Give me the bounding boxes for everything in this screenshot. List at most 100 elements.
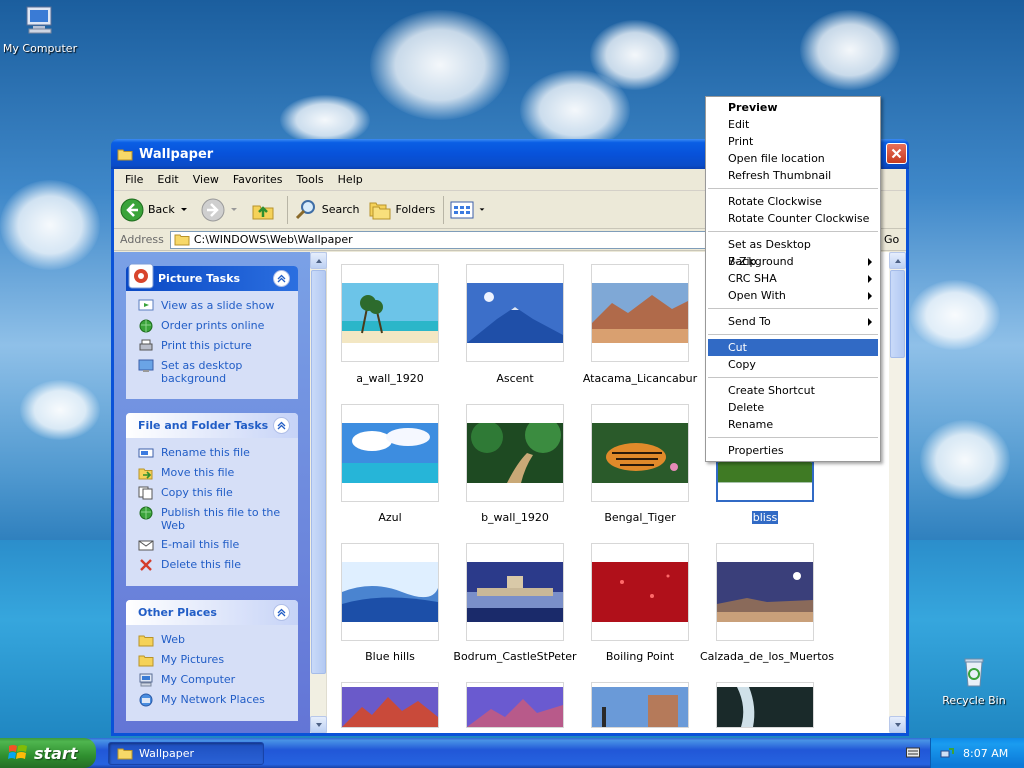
file-thumbnail[interactable] [341,543,439,641]
collapse-button[interactable] [273,270,290,287]
file-name[interactable]: b_wall_1920 [450,511,580,524]
menu-tools[interactable]: Tools [290,173,331,186]
desktop-icon-my-computer[interactable]: My Computer [0,4,80,55]
menu-item-copy[interactable]: Copy [708,356,878,373]
clock[interactable]: 8:07 AM [963,747,1008,760]
menu-item-print[interactable]: Print [708,133,878,150]
file-name[interactable]: Calzada_de_los_Muertos [700,650,834,663]
menu-item-edit[interactable]: Edit [708,116,878,133]
menu-item-preview[interactable]: Preview [708,99,878,116]
file-thumbnail[interactable] [466,264,564,362]
forward-button[interactable] [201,198,243,222]
file-thumbnail[interactable] [341,264,439,362]
collapse-button[interactable] [273,417,290,434]
task-order-prints[interactable]: Order prints online [138,319,288,333]
network-status-icon[interactable] [939,745,955,761]
search-button[interactable]: Search [294,198,360,222]
menu-item-send-to[interactable]: Send To [708,313,878,330]
back-button[interactable]: Back [120,198,193,222]
file-thumbnail[interactable] [466,404,564,502]
file-thumbnail[interactable] [716,543,814,641]
menu-help[interactable]: Help [331,173,370,186]
folder-icon [174,234,190,246]
file-thumbnail[interactable] [466,682,564,728]
file-thumbnail[interactable] [716,682,814,728]
file-thumbnail[interactable] [591,264,689,362]
cloud [590,20,680,90]
scroll-down-button[interactable] [310,716,327,733]
task-email-file[interactable]: E-mail this file [138,538,288,552]
place-my-pictures[interactable]: My Pictures [138,653,288,667]
scroll-down-button[interactable] [889,716,906,733]
file-name[interactable]: Blue hills [325,650,455,663]
other-places-header[interactable]: Other Places [126,600,298,625]
chevron-down-icon [230,207,237,211]
task-delete-file[interactable]: Delete this file [138,558,288,572]
file-name[interactable]: Azul [325,511,455,524]
collapse-button[interactable] [273,604,290,621]
go-button[interactable]: Go [884,233,906,246]
folders-button[interactable]: Folders [368,198,435,222]
file-name[interactable]: Bengal_Tiger [575,511,705,524]
file-name[interactable]: Ascent [450,372,580,385]
scroll-thumb[interactable] [311,270,326,674]
task-rename-file[interactable]: Rename this file [138,446,288,460]
up-folder-button[interactable] [251,198,279,222]
file-name-selected[interactable]: bliss [700,510,830,525]
task-publish-web[interactable]: Publish this file to the Web [138,506,288,532]
menu-item-set-desktop-background[interactable]: Set as Desktop Background [708,236,878,268]
network-icon [139,693,153,707]
file-folder-tasks-header[interactable]: File and Folder Tasks [126,413,298,438]
menu-favorites[interactable]: Favorites [226,173,290,186]
picture-tasks-header[interactable]: Picture Tasks [126,263,298,291]
menu-item-create-shortcut[interactable]: Create Shortcut [708,382,878,399]
file-thumbnail[interactable] [591,682,689,728]
task-set-desktop-background[interactable]: Set as desktop background [138,359,288,385]
menu-item-open-file-location[interactable]: Open file location [708,150,878,167]
desktop-icon-recycle-bin[interactable]: Recycle Bin [934,656,1014,707]
scroll-thumb[interactable] [890,270,905,358]
menu-item-rotate-counter-clockwise[interactable]: Rotate Counter Clockwise [708,210,878,227]
menu-item-cut[interactable]: Cut [708,339,878,356]
menu-item-crc-sha[interactable]: CRC SHA [708,270,878,287]
start-button[interactable]: start [0,738,96,768]
file-name[interactable]: a_wall_1920 [325,372,455,385]
task-move-file[interactable]: Move this file [138,466,288,480]
email-icon [138,540,154,551]
menu-item-delete[interactable]: Delete [708,399,878,416]
menu-item-rotate-clockwise[interactable]: Rotate Clockwise [708,193,878,210]
place-web[interactable]: Web [138,633,288,647]
file-name[interactable]: Atacama_Licancabur [575,372,705,385]
recycle-bin-icon [964,658,984,687]
taskbar-item-wallpaper[interactable]: Wallpaper [108,741,264,765]
file-thumbnail[interactable] [466,543,564,641]
file-thumbnail[interactable] [341,682,439,728]
keyboard-icon[interactable] [906,746,920,758]
task-print-picture[interactable]: Print this picture [138,339,288,353]
close-button[interactable] [886,143,907,164]
menu-separator [708,231,878,232]
menu-item-properties[interactable]: Properties [708,442,878,459]
views-button[interactable] [450,200,490,220]
menu-item-rename[interactable]: Rename [708,416,878,433]
file-thumbnail[interactable] [341,404,439,502]
picture-tasks-icon [128,263,154,289]
chevron-down-icon [180,207,187,211]
right-scrollbar[interactable] [889,252,906,733]
task-view-slideshow[interactable]: View as a slide show [138,299,288,313]
menu-item-refresh-thumbnail[interactable]: Refresh Thumbnail [708,167,878,184]
file-name[interactable]: Boiling Point [575,650,705,663]
scroll-up-button[interactable] [889,252,906,269]
menu-file[interactable]: File [118,173,150,186]
scroll-up-button[interactable] [310,252,327,269]
menu-edit[interactable]: Edit [150,173,185,186]
file-thumbnail[interactable] [591,404,689,502]
menu-item-open-with[interactable]: Open With [708,287,878,304]
place-my-network[interactable]: My Network Places [138,693,288,707]
place-my-computer[interactable]: My Computer [138,673,288,687]
menu-view[interactable]: View [186,173,226,186]
file-thumbnail[interactable] [591,543,689,641]
menu-item-7zip[interactable]: 7-Zip [708,253,878,270]
file-name[interactable]: Bodrum_CastleStPeter [450,650,580,663]
task-copy-file[interactable]: Copy this file [138,486,288,500]
